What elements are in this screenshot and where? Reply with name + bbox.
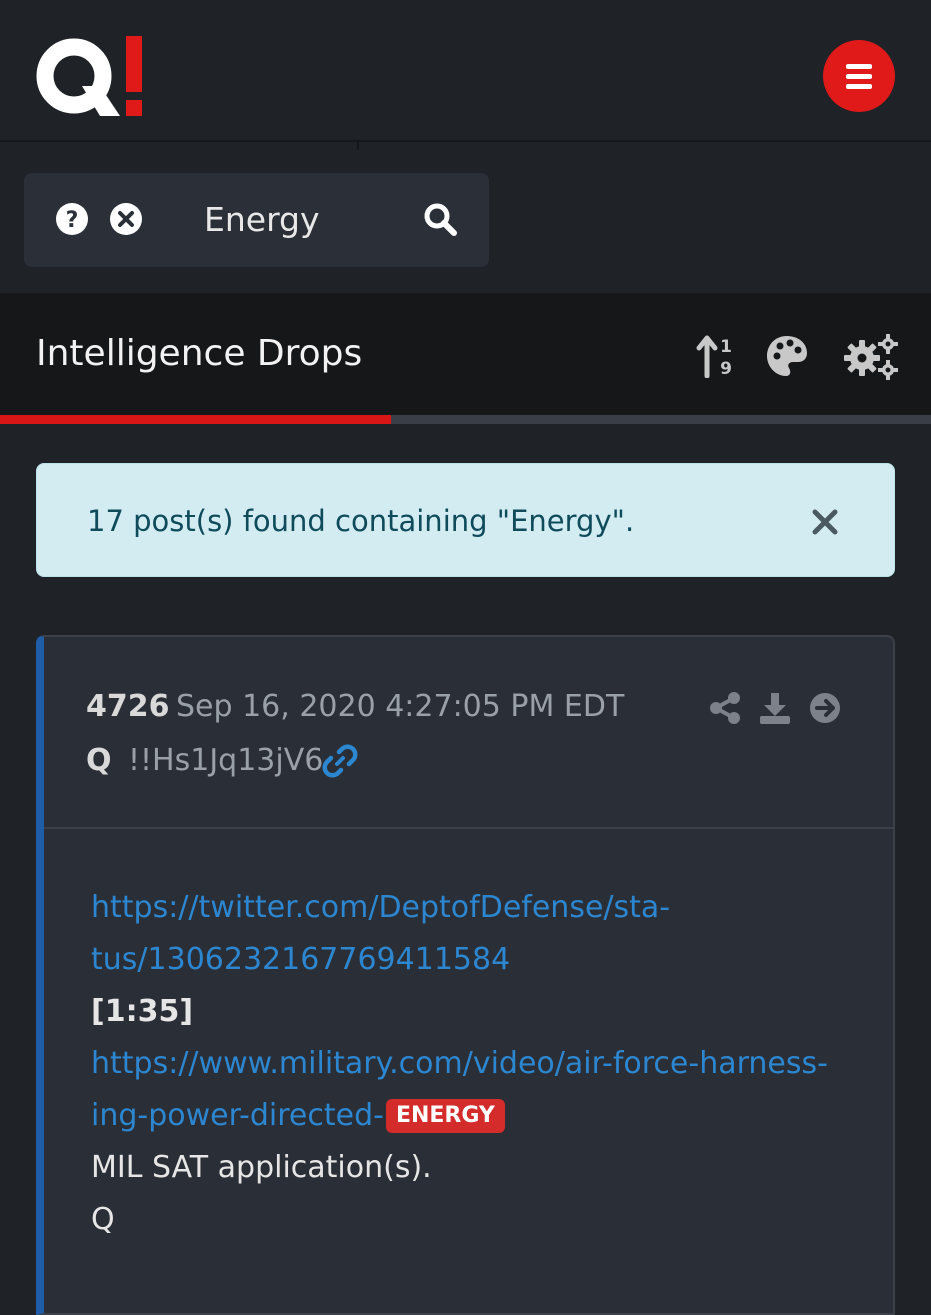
twitter-link-cont[interactable]: tus/1306232167769411584 [91,934,871,986]
video-duration: [1:35] [91,994,194,1029]
post-card: 4726 Sep 16, 2020 4:27:05 PM EDT Q !!Hs1… [36,635,895,1315]
svg-text:9: 9 [720,359,732,378]
highlight-badge: ENERGY [385,1099,505,1133]
close-icon[interactable] [807,504,843,540]
progress-bar [0,415,931,424]
search-input[interactable]: Energy [204,173,320,267]
post-body: https://twitter.com/DeptofDefense/sta- t… [91,882,871,1246]
page-title: Intelligence Drops [36,333,363,374]
search-bar: ? Energy [24,173,489,267]
palette-icon[interactable] [765,334,809,378]
post-author: Q [86,743,112,778]
menu-icon [846,64,872,89]
help-icon[interactable]: ? [54,201,90,237]
post-tripcode: !!Hs1Jq13jV6 [128,743,324,778]
search-icon[interactable] [422,201,458,237]
sort-numeric-icon[interactable]: 1 9 [696,334,736,378]
svg-text:?: ? [66,208,79,233]
alert-text: 17 post(s) found containing "Energy". [87,504,635,538]
progress-fill [0,415,392,424]
gears-icon[interactable] [844,334,900,380]
clear-icon[interactable] [108,201,144,237]
military-link-cont[interactable]: ing-power-directed- [91,1098,384,1133]
military-link[interactable]: https://www.military.com/video/air-force… [91,1038,871,1090]
q-logo[interactable] [34,30,154,120]
post-text: MIL SAT application(s). [91,1150,432,1185]
link-icon[interactable] [322,743,358,779]
search-result-alert: 17 post(s) found containing "Energy". [36,463,895,577]
military-link-line: ing-power-directed- ENERGY [91,1090,871,1142]
post-header: 4726 Sep 16, 2020 4:27:05 PM EDT Q !!Hs1… [44,637,895,829]
post-signature: Q [91,1202,115,1237]
share-icon[interactable] [708,691,742,725]
divider-tick [357,142,359,150]
download-icon[interactable] [758,691,792,725]
arrow-right-icon[interactable] [808,691,842,725]
post-number[interactable]: 4726 [86,689,170,724]
twitter-link[interactable]: https://twitter.com/DeptofDefense/sta- [91,882,871,934]
svg-text:1: 1 [720,337,732,357]
top-bar [0,0,931,142]
menu-button[interactable] [823,40,895,112]
post-date: Sep 16, 2020 4:27:05 PM EDT [176,689,625,724]
